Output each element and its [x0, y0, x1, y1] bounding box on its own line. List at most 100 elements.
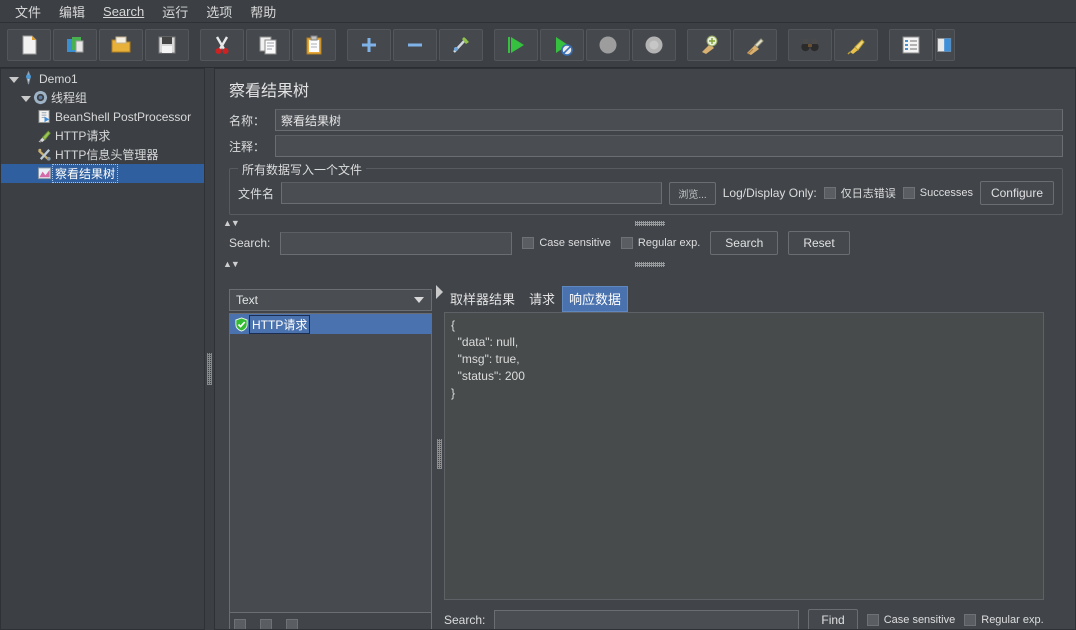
- toolbar-separator: [677, 30, 686, 60]
- open-icon[interactable]: [99, 29, 143, 61]
- toolbar-separator: [879, 30, 888, 60]
- start-no-pauses-icon[interactable]: [540, 29, 584, 61]
- browse-button[interactable]: 浏览...: [669, 181, 716, 205]
- checkbox-box[interactable]: [902, 187, 915, 199]
- clear-icon[interactable]: [687, 29, 731, 61]
- filename-label: 文件名: [238, 186, 275, 201]
- splitter-arrows[interactable]: ▲▼: [223, 260, 240, 269]
- new-icon[interactable]: [7, 29, 51, 61]
- start-icon[interactable]: [494, 29, 538, 61]
- menu-item-edit-label: 编辑: [59, 4, 86, 20]
- search-regular-exp-checkbox[interactable]: Regular exp.: [620, 237, 701, 249]
- clear-all-icon[interactable]: [733, 29, 777, 61]
- menu-item-run[interactable]: 运行: [153, 0, 197, 24]
- tree-node-view-results-tree[interactable]: 察看结果树: [1, 164, 204, 183]
- tree-node-demo1[interactable]: Demo1: [1, 69, 204, 88]
- response-data-text[interactable]: { "data": null, "msg": true, "status": 2…: [444, 312, 1044, 600]
- splitter-grip[interactable]: [635, 262, 665, 267]
- tab-label: 请求: [529, 292, 556, 307]
- log-viewer-icon[interactable]: [889, 29, 933, 61]
- splitter-grip[interactable]: [207, 353, 212, 385]
- tab-sampler-result[interactable]: 取样器结果: [444, 287, 521, 311]
- tree-node-label: Demo1: [39, 71, 78, 86]
- comment-row: 注释：: [215, 133, 1075, 159]
- copy-icon[interactable]: [246, 29, 290, 61]
- name-input[interactable]: [275, 109, 1063, 131]
- cut-icon[interactable]: [200, 29, 244, 61]
- checkbox-box[interactable]: [823, 187, 836, 199]
- menu-item-search[interactable]: Search: [94, 1, 153, 22]
- lower-splitter[interactable]: ▲▼: [215, 260, 1075, 269]
- results-tree[interactable]: HTTP请求: [229, 313, 432, 613]
- tab-label: 响应数据: [569, 292, 622, 307]
- menu-item-file[interactable]: 文件: [6, 0, 50, 24]
- successes-checkbox[interactable]: Successes: [902, 187, 973, 199]
- save-icon[interactable]: [145, 29, 189, 61]
- stop-icon[interactable]: [586, 29, 630, 61]
- tree-splitter[interactable]: [205, 68, 214, 630]
- search-label: Search:: [229, 236, 271, 250]
- tree-node-http-request[interactable]: HTTP请求: [1, 126, 204, 145]
- menu-item-options-label: 选项: [206, 4, 233, 20]
- splitter-grip[interactable]: [437, 439, 442, 469]
- toolbar-separator: [190, 30, 199, 60]
- search-button[interactable]: Search: [710, 231, 779, 255]
- tree-node-http-header-manager[interactable]: HTTP信息头管理器: [1, 145, 204, 164]
- splitter-grip[interactable]: [635, 221, 665, 226]
- successes-label: Successes: [919, 187, 973, 199]
- collapse-all-icon[interactable]: [393, 29, 437, 61]
- search-reset-icon[interactable]: [834, 29, 878, 61]
- upper-splitter[interactable]: ▲▼: [215, 219, 1075, 228]
- extra-option-checkbox[interactable]: [286, 619, 298, 629]
- response-regular-exp-checkbox[interactable]: Regular exp.: [964, 614, 1044, 626]
- templates-icon[interactable]: [53, 29, 97, 61]
- menu-item-edit[interactable]: 编辑: [50, 0, 94, 24]
- toggle-icon[interactable]: [439, 29, 483, 61]
- response-case-sensitive-checkbox[interactable]: Case sensitive: [866, 614, 955, 626]
- child-samples-checkbox[interactable]: [260, 619, 272, 629]
- tab-response-data[interactable]: 响应数据: [562, 286, 629, 312]
- reset-button[interactable]: Reset: [788, 231, 850, 255]
- chevron-down-icon[interactable]: [7, 73, 19, 85]
- menu-item-file-label: 文件: [15, 4, 42, 20]
- tree-node-beanshell-postprocessor[interactable]: BeanShell PostProcessor: [1, 107, 204, 126]
- tab-request[interactable]: 请求: [523, 287, 561, 311]
- chevron-down-icon[interactable]: [19, 92, 31, 104]
- search-icon[interactable]: [788, 29, 832, 61]
- result-entry-http-request[interactable]: HTTP请求: [230, 314, 431, 334]
- menu-item-help-label: 帮助: [250, 4, 277, 20]
- comment-input[interactable]: [275, 135, 1063, 157]
- checkbox-box[interactable]: [866, 614, 879, 626]
- shutdown-icon[interactable]: [632, 29, 676, 61]
- chevron-down-icon[interactable]: [414, 297, 424, 303]
- menu-item-options[interactable]: 选项: [197, 0, 241, 24]
- search-case-sensitive-checkbox[interactable]: Case sensitive: [522, 237, 611, 249]
- results-splitter[interactable]: [435, 285, 444, 629]
- test-plan-tree[interactable]: Demo1 线程组 BeanShell PostProcessor HTTP请求…: [0, 68, 205, 630]
- configure-button[interactable]: Configure: [979, 181, 1054, 205]
- splitter-arrows[interactable]: ▲▼: [223, 219, 240, 228]
- search-input[interactable]: [280, 231, 513, 255]
- find-button[interactable]: Find: [808, 609, 858, 629]
- comment-label: 注释：: [229, 139, 266, 154]
- name-label: 名称：: [229, 113, 266, 128]
- tree-node-thread-group[interactable]: 线程组: [1, 88, 204, 107]
- renderer-select[interactable]: Text: [229, 289, 432, 311]
- expand-all-icon[interactable]: [347, 29, 391, 61]
- checkbox-box[interactable]: [620, 237, 633, 249]
- search-regular-exp-label: Regular exp.: [637, 237, 701, 249]
- results-list-panel: Text HTTP请求: [229, 289, 432, 629]
- scroll-automatically-checkbox[interactable]: [234, 619, 246, 629]
- splitter-arrow-icon[interactable]: [436, 285, 443, 299]
- menu-bar: 文件 编辑 Search 运行 选项 帮助: [0, 0, 1076, 23]
- checkbox-box[interactable]: [964, 614, 977, 626]
- result-detail-panel: 取样器结果 请求 响应数据 { "data": null, "msg": tru…: [444, 286, 1075, 629]
- checkbox-box[interactable]: [522, 237, 535, 249]
- response-search-input[interactable]: [494, 609, 800, 629]
- function-helper-icon[interactable]: [935, 29, 955, 61]
- jmeter-window: 文件 编辑 Search 运行 选项 帮助 Demo1 线程组 BeanShel…: [0, 0, 1076, 630]
- paste-icon[interactable]: [292, 29, 336, 61]
- filename-input[interactable]: [281, 182, 663, 204]
- menu-item-help[interactable]: 帮助: [241, 0, 285, 24]
- errors-only-checkbox[interactable]: 仅日志错误: [823, 185, 896, 201]
